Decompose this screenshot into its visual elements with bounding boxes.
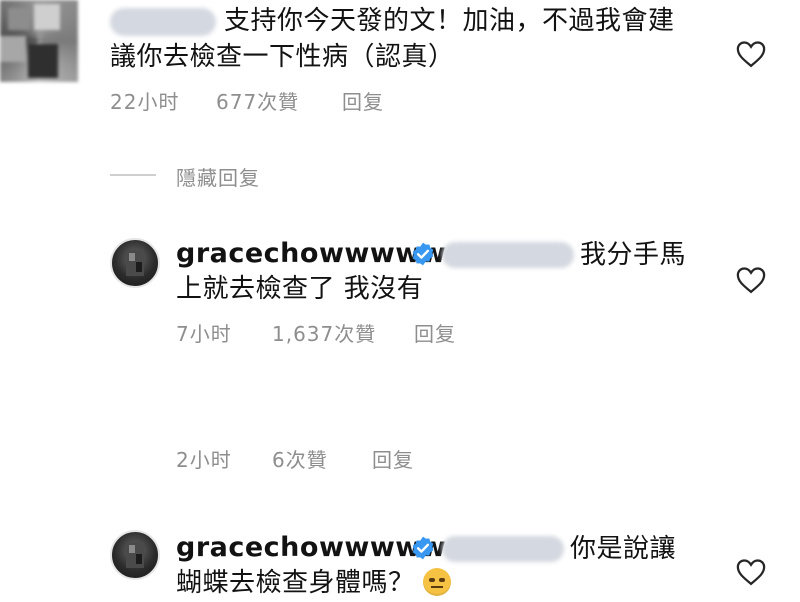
- heart-icon[interactable]: [736, 558, 766, 586]
- comment-likes[interactable]: 677次贊: [216, 86, 299, 115]
- comment-text-line1: 支持你今天發的文！加油，不過我會建: [224, 6, 675, 36]
- mentioned-user-redacted[interactable]: [442, 536, 564, 562]
- reply-text-line2: 上就去檢查了 我沒有: [176, 274, 424, 304]
- verified-badge-icon: [412, 242, 434, 266]
- comment-reply-button[interactable]: 回复: [342, 86, 384, 115]
- verified-badge-icon: [412, 536, 434, 560]
- reply-username[interactable]: gracechowwwww: [176, 532, 446, 563]
- heart-icon[interactable]: [736, 40, 766, 68]
- mentioned-user-redacted[interactable]: [442, 242, 574, 268]
- reply-text-line1: 我分手馬: [580, 240, 687, 270]
- reply-text-line1: 你是說讓: [570, 534, 677, 564]
- reply-reply-button[interactable]: 回复: [372, 444, 414, 473]
- reply-username[interactable]: gracechowwwww: [176, 238, 446, 269]
- comment-time: 22小时: [110, 90, 180, 114]
- reply-time: 7小时: [176, 322, 232, 346]
- hide-replies-button[interactable]: 隱藏回复: [176, 162, 260, 191]
- rolling-eyes-emoji: [423, 568, 452, 596]
- commenter-avatar[interactable]: [0, 0, 78, 82]
- avatar-photo-icon: [126, 542, 144, 568]
- avatar-photo-icon: [126, 250, 144, 276]
- reply-text-line2-content: 蝴蝶去檢查身體嗎？: [176, 568, 415, 598]
- reply-time: 2小时: [176, 448, 232, 472]
- reply-reply-button[interactable]: 回复: [414, 318, 456, 347]
- reply-avatar[interactable]: [110, 530, 160, 580]
- hide-replies-divider: [110, 174, 156, 176]
- reply-likes[interactable]: 1,637次贊: [272, 318, 376, 347]
- heart-icon[interactable]: [736, 266, 766, 294]
- comment-text-line2: 議你去檢查一下性病（認真）: [110, 42, 455, 72]
- reply-avatar[interactable]: [110, 238, 160, 288]
- reply-likes[interactable]: 6次贊: [272, 444, 328, 473]
- commenter-username-redacted[interactable]: [110, 8, 216, 36]
- reply-text-line2: 蝴蝶去檢查身體嗎？: [176, 566, 452, 600]
